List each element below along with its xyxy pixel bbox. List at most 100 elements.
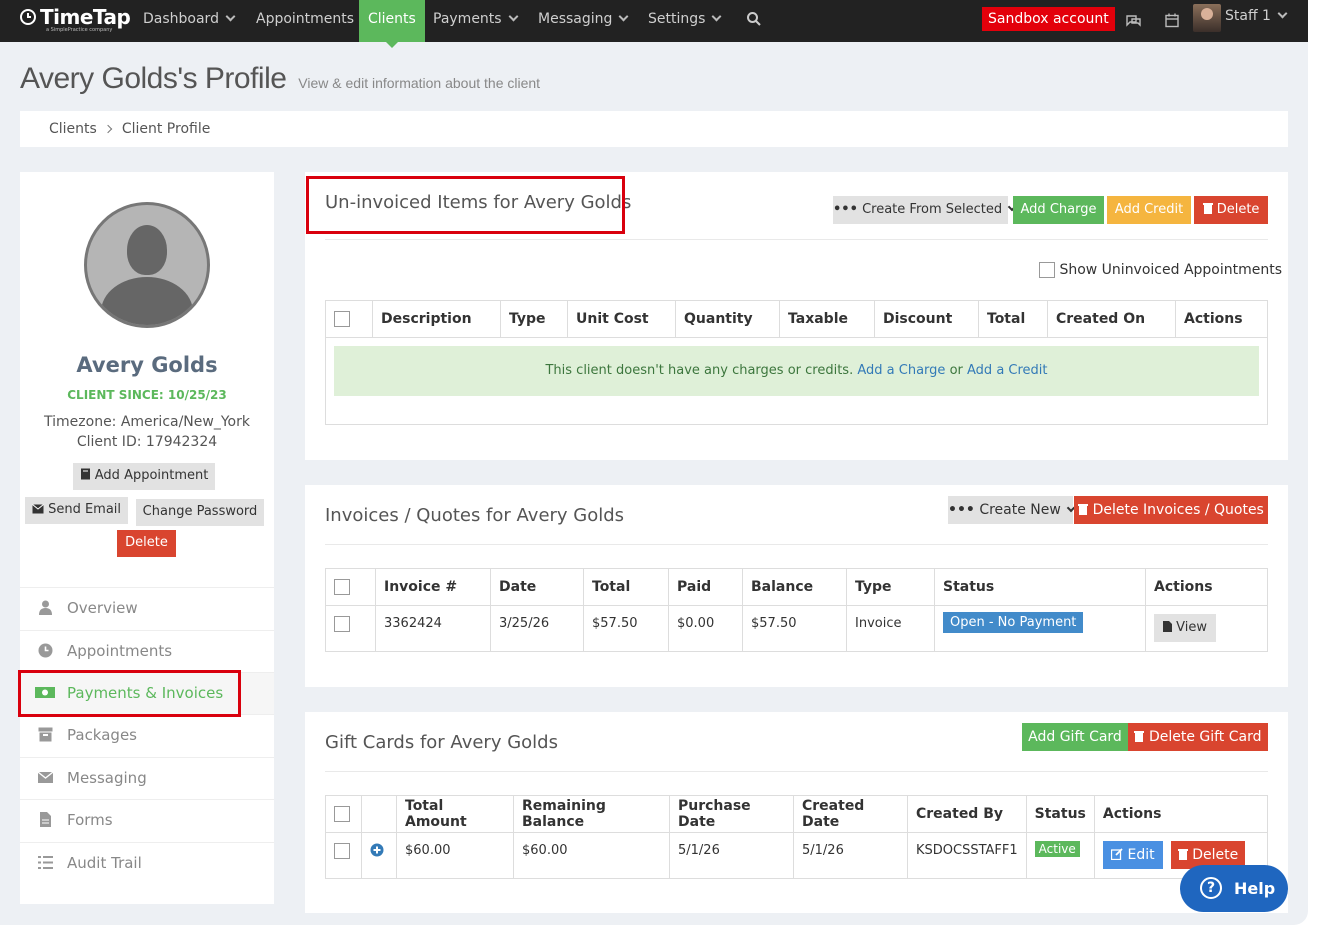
breadcrumb-clients[interactable]: Clients xyxy=(49,121,97,137)
sidebar-item-messaging[interactable]: Messaging xyxy=(20,757,274,799)
giftcards-table: Total Amount Remaining Balance Purchase … xyxy=(325,795,1269,879)
archive-icon xyxy=(38,727,53,742)
help-button[interactable]: ? Help xyxy=(1180,865,1288,912)
invoice-number-cell: 3362424 xyxy=(375,605,491,652)
show-uninvoiced-toggle[interactable]: Show Uninvoiced Appointments xyxy=(1039,262,1282,278)
col-description: Description xyxy=(372,300,501,338)
logo-subtext: a SimplePractice company xyxy=(46,27,113,33)
row-checkbox[interactable] xyxy=(334,843,350,859)
trash-icon xyxy=(1078,504,1089,515)
ellipsis-icon: ••• xyxy=(948,502,975,518)
invoice-type-cell: Invoice xyxy=(846,605,935,652)
delete-gift-card-button[interactable]: Delete Gift Card xyxy=(1128,723,1268,751)
nav-dashboard[interactable]: Dashboard xyxy=(143,0,236,42)
sidebar-item-forms[interactable]: Forms xyxy=(20,799,274,841)
chat-icon[interactable] xyxy=(1125,13,1142,28)
envelope-icon xyxy=(38,771,53,783)
nav-clients-label: Clients xyxy=(368,11,416,27)
send-email-label: Send Email xyxy=(48,502,122,517)
giftcards-panel: Gift Cards for Avery Golds Add Gift Card… xyxy=(305,712,1288,913)
sidebar-item-packages[interactable]: Packages xyxy=(20,714,274,756)
staff-avatar[interactable] xyxy=(1193,4,1221,32)
col-total: Total xyxy=(583,568,669,606)
empty-cell: This client doesn't have any charges or … xyxy=(325,337,1268,425)
delete-invoices-button[interactable]: Delete Invoices / Quotes xyxy=(1074,496,1268,524)
col-date: Date xyxy=(490,568,584,606)
sidebar-item-label: Audit Trail xyxy=(67,854,142,872)
col-invoice-number: Invoice # xyxy=(375,568,491,606)
select-all-checkbox[interactable] xyxy=(334,311,350,327)
panel-divider xyxy=(325,771,1268,772)
search-icon[interactable] xyxy=(746,11,762,27)
col-status: Status xyxy=(1025,795,1095,833)
delete-items-button[interactable]: Delete xyxy=(1194,196,1268,224)
sandbox-badge: Sandbox account xyxy=(982,7,1115,31)
clock-icon xyxy=(38,643,53,658)
select-all-cell xyxy=(325,795,362,833)
add-gift-card-button[interactable]: Add Gift Card xyxy=(1022,723,1128,751)
add-appointment-button[interactable]: Add Appointment xyxy=(73,463,215,490)
nav-clients[interactable]: Clients xyxy=(359,0,425,48)
status-badge: Active xyxy=(1034,841,1080,857)
sidebar-item-audit-trail[interactable]: Audit Trail xyxy=(20,842,274,884)
gift-status-cell: Active xyxy=(1025,832,1095,879)
highlight-uninvoiced-title xyxy=(306,176,625,234)
delete-client-button[interactable]: Delete xyxy=(117,530,176,557)
expand-col xyxy=(361,795,397,833)
view-invoice-button[interactable]: View xyxy=(1154,614,1216,642)
change-password-button[interactable]: Change Password xyxy=(136,499,264,526)
chevron-down-icon xyxy=(225,11,236,22)
add-a-credit-link[interactable]: Add a Credit xyxy=(967,363,1048,378)
select-all-checkbox[interactable] xyxy=(334,579,350,595)
add-charge-button[interactable]: Add Charge xyxy=(1013,196,1104,224)
nav-messaging[interactable]: Messaging xyxy=(538,0,629,42)
client-name: Avery Golds xyxy=(76,353,218,377)
select-all-checkbox[interactable] xyxy=(334,806,350,822)
show-uninvoiced-checkbox[interactable] xyxy=(1039,262,1055,278)
add-credit-button[interactable]: Add Credit xyxy=(1107,196,1191,224)
col-status: Status xyxy=(934,568,1146,606)
nav-appointments[interactable]: Appointments xyxy=(256,0,354,42)
sidebar-item-appointments[interactable]: Appointments xyxy=(20,630,274,672)
sidebar-item-label: Forms xyxy=(67,811,113,829)
col-paid: Paid xyxy=(668,568,743,606)
plus-circle-icon[interactable] xyxy=(370,843,384,857)
create-new-dropdown[interactable]: ••• Create New xyxy=(948,496,1076,524)
create-from-selected-dropdown[interactable]: ••• Create From Selected xyxy=(833,196,1017,224)
nav-payments[interactable]: Payments xyxy=(433,0,519,42)
table-header-row: Total Amount Remaining Balance Purchase … xyxy=(325,795,1269,833)
select-all-cell xyxy=(325,568,376,606)
page-title: Avery Golds's Profile View & edit inform… xyxy=(20,62,540,96)
empty-state-or: or xyxy=(949,363,963,378)
breadcrumb: Clients Client Profile xyxy=(20,111,1288,147)
invoice-date-cell: 3/25/26 xyxy=(490,605,584,652)
chevron-right-icon xyxy=(103,124,113,134)
calendar-icon[interactable] xyxy=(1165,13,1179,28)
client-sidebar: Avery Golds CLIENT SINCE: 10/25/23 Timez… xyxy=(20,172,274,904)
sidebar-item-label: Packages xyxy=(67,726,137,744)
staff-menu[interactable]: Staff 1 xyxy=(1225,0,1288,39)
sidebar-item-label: Messaging xyxy=(67,769,147,787)
list-icon xyxy=(38,856,53,869)
col-type: Type xyxy=(500,300,568,338)
table-header-row: Invoice # Date Total Paid Balance Type S… xyxy=(325,568,1268,606)
table-row: $60.00 $60.00 5/1/26 5/1/26 KSDOCSSTAFF1… xyxy=(325,832,1269,879)
edit-gift-card-button[interactable]: Edit xyxy=(1102,841,1163,869)
sidebar-item-overview[interactable]: Overview xyxy=(20,587,274,629)
edit-label: Edit xyxy=(1127,847,1155,863)
nav-settings[interactable]: Settings xyxy=(648,0,722,42)
timetap-logo[interactable]: TimeTap a SimplePractice company xyxy=(18,3,131,37)
row-select-cell xyxy=(325,605,376,652)
col-unit-cost: Unit Cost xyxy=(567,300,676,338)
empty-state-message: This client doesn't have any charges or … xyxy=(334,346,1259,396)
col-taxable: Taxable xyxy=(779,300,875,338)
add-a-charge-link[interactable]: Add a Charge xyxy=(857,363,945,378)
row-checkbox[interactable] xyxy=(334,616,350,632)
invoices-table: Invoice # Date Total Paid Balance Type S… xyxy=(325,568,1268,652)
active-pointer-icon xyxy=(384,41,399,48)
col-type: Type xyxy=(846,568,935,606)
send-email-button[interactable]: Send Email xyxy=(25,497,128,524)
sidebar-item-label: Appointments xyxy=(67,642,173,660)
top-navbar: TimeTap a SimplePractice company Dashboa… xyxy=(0,0,1308,48)
col-actions: Actions xyxy=(1175,300,1268,338)
